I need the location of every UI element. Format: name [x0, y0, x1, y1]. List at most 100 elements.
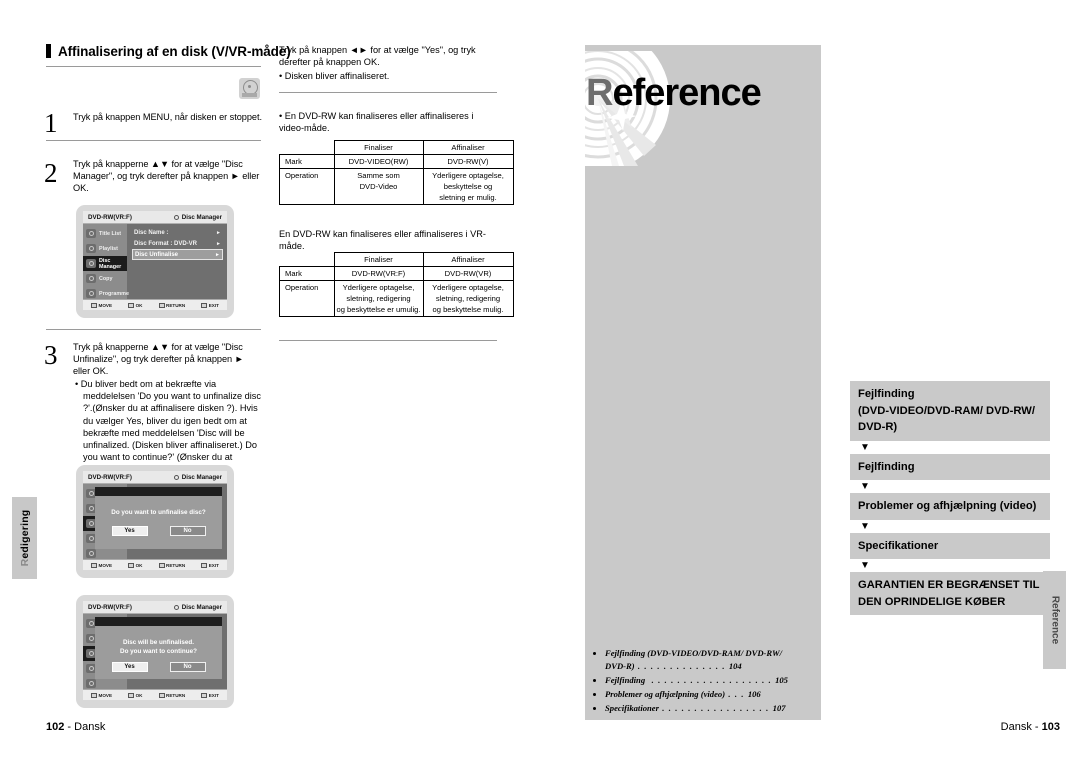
osd-screen-2: DVD-RW(VR:F) Disc Manager Title List Set…	[76, 465, 234, 578]
table-row: Mark DVD-RW(VR:F) DVD-RW(VR)	[279, 266, 514, 281]
flow-arrow-icon: ▼	[860, 560, 870, 571]
no-button[interactable]: No	[169, 526, 206, 536]
table-header-affinaliser: Affinaliser	[422, 252, 514, 267]
page-title: Affinalisering af en disk (V/VR-måde)	[46, 44, 291, 59]
toc-item-text: Problemer og afhjælpning (video)	[605, 689, 726, 699]
table-header-finaliser: Finaliser	[333, 140, 424, 155]
toc-list: Fejlfinding (DVD-VIDEO/DVD-RAM/ DVD-RW/ …	[594, 647, 794, 715]
disc-label-icon	[242, 93, 257, 97]
continuation-text: Tryk på knappen ◄► for at vælge "Yes", o…	[279, 45, 476, 68]
table-header-row: Finaliser Affinaliser	[279, 252, 514, 267]
disc-icon	[239, 78, 260, 99]
toc-leader: . . . . . . . . . . . . . .	[634, 661, 729, 671]
toc-leader: . . .	[725, 689, 748, 699]
toc-item: Fejlfinding . . . . . . . . . . . . . . …	[605, 674, 794, 687]
osd-menu-label: Title List	[99, 230, 122, 237]
toc-leader: . . . . . . . . . . . . . . . . . . .	[645, 675, 776, 685]
note-bullet: • Du bliver bedt om at bekræfte via medd…	[75, 379, 261, 474]
toc-item-page: 105	[775, 675, 788, 685]
step-number-3: 3	[44, 340, 58, 370]
programme-icon	[86, 679, 96, 688]
osd-row-label: Disc Format : DVD-VR	[134, 240, 198, 247]
key-icon	[128, 692, 135, 698]
disc-manager-icon	[86, 259, 96, 268]
programme-icon	[86, 549, 96, 558]
table-cell-operation-affinaliser: Yderligere optagelse, sletning, redigeri…	[422, 280, 514, 317]
osd-menu-item-title-list[interactable]: Title List	[83, 226, 127, 241]
footer-language: Dansk	[74, 721, 106, 733]
key-icon	[201, 562, 208, 568]
osd-menu-item-disc-manager[interactable]: Disc Manager	[83, 256, 127, 271]
table-cell-operation-affinaliser: Yderligere optagelse, beskyttelse og sle…	[422, 168, 514, 205]
osd-inner: DVD-RW(VR:F) Disc Manager Title List Set…	[83, 471, 227, 570]
osd-titlebar: DVD-RW(VR:F) Disc Manager	[83, 471, 227, 484]
flow-arrow-icon: ▼	[860, 520, 870, 532]
osd-row-disc-name[interactable]: Disc Name : ►	[132, 227, 223, 238]
osd-disc-type: DVD-RW(VR:F)	[88, 213, 132, 221]
flow-box-fejlfinding-formats[interactable]: Fejlfinding (DVD-VIDEO/DVD-RAM/ DVD-RW/ …	[850, 381, 1050, 441]
dialog-buttons: Yes No	[95, 662, 222, 672]
key-exit: EXIT	[201, 692, 219, 698]
yes-button[interactable]: Yes	[111, 662, 148, 672]
step-text-3: Tryk på knapperne ▲▼ for at vælge "Disc …	[73, 342, 244, 377]
note-video-mode: • En DVD-RW kan finaliseres eller affina…	[279, 111, 474, 134]
yes-button[interactable]: Yes	[111, 526, 148, 536]
footer-page-number: 102	[46, 721, 65, 733]
table-row: Operation Samme som DVD-Video Yderligere…	[279, 168, 514, 205]
disc-hub-icon	[248, 85, 251, 88]
table-header-affinaliser: Affinaliser	[422, 140, 514, 155]
table-cell-operation-label: Operation	[279, 168, 335, 205]
osd-inner: DVD-RW(VR:F) Disc Manager Title List Pla…	[83, 211, 227, 310]
table-row: Mark DVD-VIDEO(RW) DVD-RW(V)	[279, 154, 514, 169]
step-3-notes: • Du bliver bedt om at bekræfte via medd…	[75, 378, 263, 476]
table-cell-operation-finaliser: Samme som DVD-Video	[333, 168, 424, 205]
side-tab-reference: Reference	[1043, 571, 1066, 669]
osd-row-disc-format[interactable]: Disc Format : DVD-VR ►	[132, 238, 223, 249]
osd-row-label: Disc Name :	[134, 229, 169, 236]
osd-keybar: MOVE OK RETURN EXIT	[83, 559, 227, 570]
no-button[interactable]: No	[169, 662, 206, 672]
osd-mode-label: Disc Manager	[181, 603, 222, 611]
footer-page-number: 103	[1041, 721, 1060, 733]
side-tab-redigering: Redigering	[12, 497, 37, 579]
flow-box-specifikationer[interactable]: Specifikationer	[850, 532, 1050, 559]
osd-menu-item-copy[interactable]: Copy	[83, 271, 127, 286]
osd-mode-icon	[173, 604, 179, 610]
footer-separator: -	[1031, 721, 1042, 733]
key-exit: EXIT	[201, 302, 219, 308]
key-icon	[201, 302, 208, 308]
osd-row-disc-unfinalise[interactable]: Disc Unfinalise ►	[132, 249, 223, 260]
key-icon	[158, 562, 165, 568]
osd-screen-1: DVD-RW(VR:F) Disc Manager Title List Pla…	[76, 205, 234, 318]
key-icon	[128, 302, 135, 308]
note-vr-mode: En DVD-RW kan finaliseres eller affinali…	[279, 229, 486, 252]
toc-item-text: Specifikationer	[605, 703, 659, 713]
table-cell-operation-label: Operation	[279, 280, 335, 317]
toc-item: Specifikationer . . . . . . . . . . . . …	[605, 702, 794, 715]
chevron-right-icon: ►	[216, 240, 221, 247]
osd-inner: DVD-RW(VR:F) Disc Manager Title List Set…	[83, 601, 227, 700]
flow-box-garanti[interactable]: GARANTIEN ER BEGRÆNSET TIL DEN OPRINDELI…	[850, 572, 1050, 615]
osd-body: Title List Playlist Disc Manager Copy Pr…	[83, 224, 227, 310]
table-corner-cell	[279, 252, 335, 267]
footer-language: Dansk	[1000, 721, 1032, 733]
footer-left: 102 - Dansk	[46, 721, 105, 733]
confirm-dialog: Disc will be unfinalised. Do you want to…	[95, 617, 222, 679]
flow-box-problemer[interactable]: Problemer og afhjælpning (video)	[850, 493, 1050, 520]
table-cell-mark-label: Mark	[279, 266, 335, 281]
key-icon	[128, 562, 135, 568]
osd-titlebar: DVD-RW(VR:F) Disc Manager	[83, 601, 227, 614]
toc-item-page: 107	[772, 703, 786, 713]
key-ok: OK	[128, 562, 142, 568]
osd-keybar: MOVE OK RETURN EXIT	[83, 299, 227, 310]
toc-item: Problemer og afhjælpning (video) . . . 1…	[605, 688, 794, 701]
flow-box-fejlfinding[interactable]: Fejlfinding	[850, 453, 1050, 480]
table-video-mode: Finaliser Affinaliser Mark DVD-VIDEO(RW)…	[279, 140, 514, 205]
osd-mode-icon	[173, 214, 179, 220]
osd-mode-label: Disc Manager	[181, 213, 222, 221]
osd-menu-item-playlist[interactable]: Playlist	[83, 241, 127, 256]
key-move: MOVE	[91, 302, 112, 308]
divider	[46, 140, 261, 141]
table-cell-mark-finaliser: DVD-RW(VR:F)	[333, 266, 424, 281]
table-cell-mark-finaliser: DVD-VIDEO(RW)	[333, 154, 424, 169]
